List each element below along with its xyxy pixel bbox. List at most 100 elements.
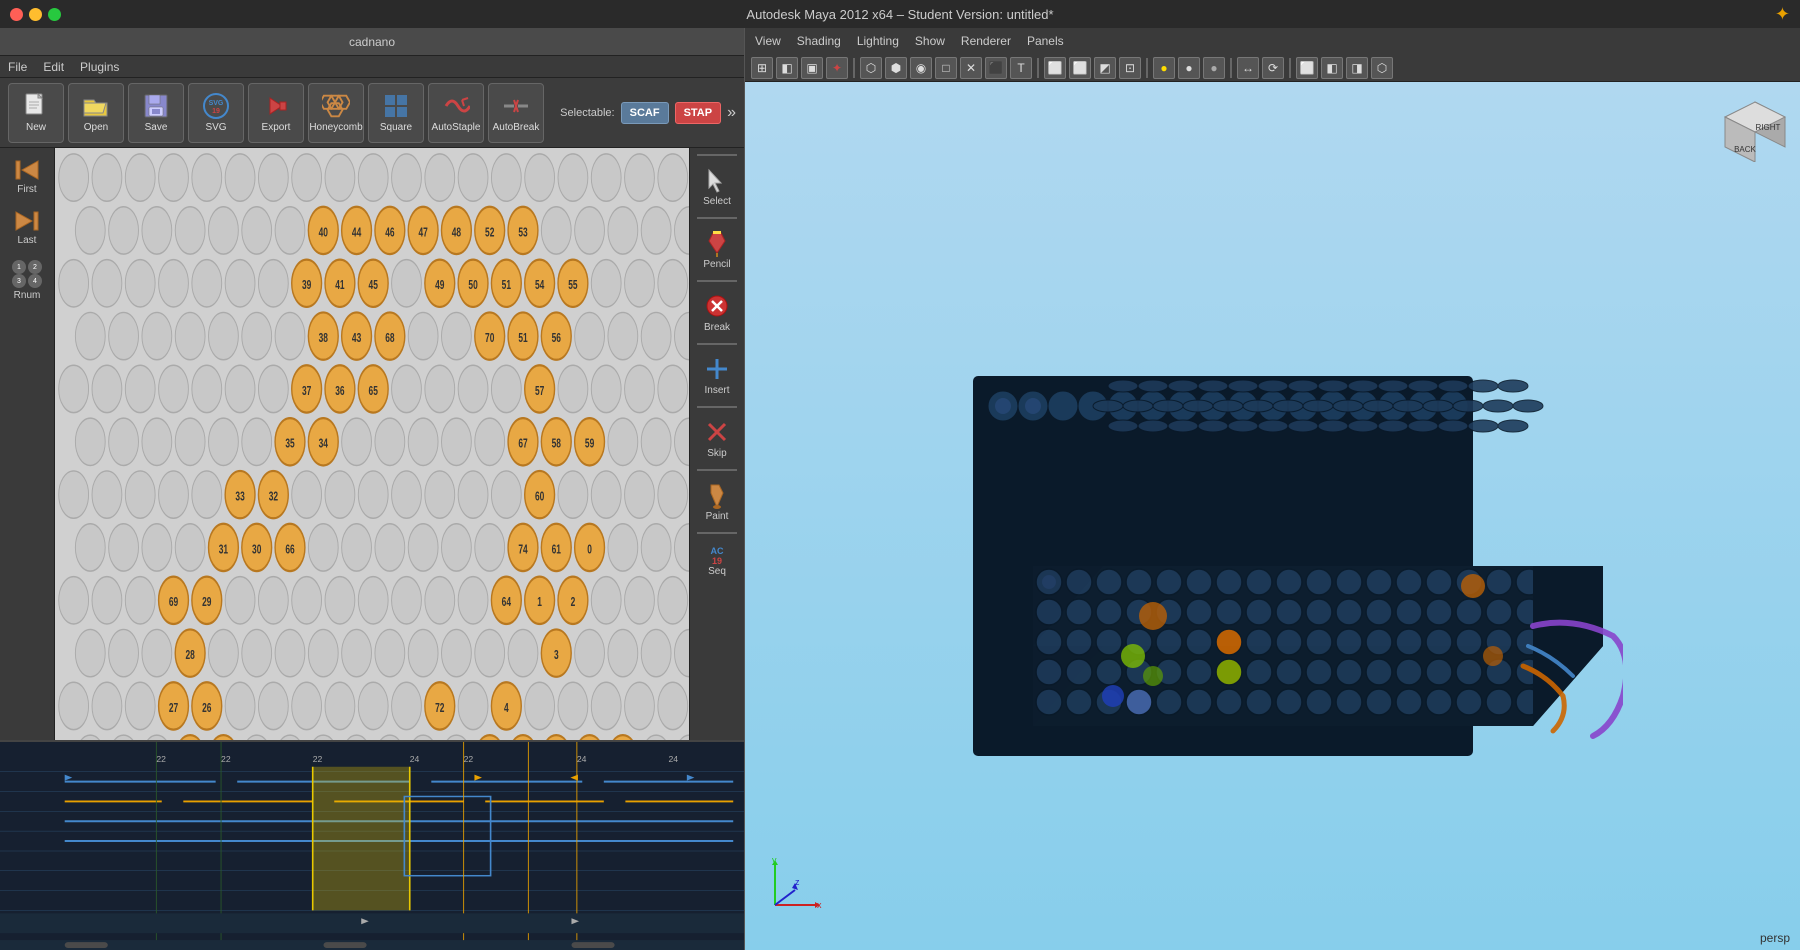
svg-text:0: 0 <box>587 543 592 557</box>
svg-text:36: 36 <box>335 384 344 398</box>
maya-tool-11[interactable]: T <box>1010 57 1032 79</box>
first-label: First <box>17 184 36 195</box>
autobreak-button[interactable]: AutoBreak <box>488 83 544 143</box>
menu-lighting[interactable]: Lighting <box>857 34 899 48</box>
maximize-button[interactable] <box>48 8 61 21</box>
autostaple-button[interactable]: AutoStaple <box>428 83 484 143</box>
maya-icon: ✦ <box>1775 4 1790 25</box>
scaf-button[interactable]: SCAF <box>621 102 669 124</box>
select-label: Select <box>703 196 731 207</box>
maya-tool-13[interactable]: ⬜ <box>1069 57 1091 79</box>
maya-toolbar: ⊞ ◧ ▣ ✦ ⬡ ⬢ ◉ □ ✕ ⬛ T ⬜ ⬜ ◩ ⊡ ● ● ● ↔ ⟳ … <box>745 54 1800 82</box>
skip-tool-button[interactable]: Skip <box>692 412 742 465</box>
menu-shading[interactable]: Shading <box>797 34 841 48</box>
svg-text:x: x <box>817 900 822 910</box>
svg-text:30: 30 <box>252 543 261 557</box>
svg-text:45: 45 <box>369 278 378 292</box>
first-button[interactable]: First <box>2 152 52 201</box>
svg-text:2: 2 <box>571 595 576 609</box>
insert-tool-button[interactable]: Insert <box>692 349 742 402</box>
square-label: Square <box>380 122 412 133</box>
rnum-label: Rnum <box>14 290 41 301</box>
maya-tool-10[interactable]: ⬛ <box>985 57 1007 79</box>
svg-text:4: 4 <box>504 701 509 715</box>
maya-tool-2[interactable]: ◧ <box>776 57 798 79</box>
svg-text:19: 19 <box>212 108 220 115</box>
maya-tool-14[interactable]: ◩ <box>1094 57 1116 79</box>
svg-text:22: 22 <box>313 755 323 764</box>
menu-plugins[interactable]: Plugins <box>80 60 119 74</box>
honeycomb-area[interactable]: 4044464748525339414549505154553843687051… <box>55 148 689 740</box>
maya-tool-23[interactable]: ◨ <box>1346 57 1368 79</box>
break-tool-button[interactable]: Break <box>692 286 742 339</box>
new-button[interactable]: New <box>8 83 64 143</box>
menu-panels[interactable]: Panels <box>1027 34 1064 48</box>
view-cube[interactable]: RIGHT BACK <box>1720 92 1790 162</box>
maya-tool-12[interactable]: ⬜ <box>1044 57 1066 79</box>
pencil-tool-button[interactable]: Pencil <box>692 223 742 276</box>
maya-menubar: View Shading Lighting Show Renderer Pane… <box>745 28 1800 54</box>
select-tool-button[interactable]: Select <box>692 160 742 213</box>
seq-tool-button[interactable]: AC 19 Seq <box>692 538 742 583</box>
maya-tool-18[interactable]: ● <box>1203 57 1225 79</box>
maya-tool-17[interactable]: ● <box>1178 57 1200 79</box>
rnum-button[interactable]: 12 34 Rnum <box>2 254 52 307</box>
stap-button[interactable]: STAP <box>675 102 722 124</box>
open-button[interactable]: Open <box>68 83 124 143</box>
svg-text:69: 69 <box>169 595 178 609</box>
maya-sep-1 <box>853 58 855 78</box>
svg-text:48: 48 <box>452 226 461 240</box>
maya-viewport[interactable]: RIGHT BACK <box>745 82 1800 950</box>
maya-tool-5[interactable]: ⬡ <box>860 57 882 79</box>
menu-view[interactable]: View <box>755 34 781 48</box>
maya-tool-20[interactable]: ⟳ <box>1262 57 1284 79</box>
export-button[interactable]: Export <box>248 83 304 143</box>
svg-text:41: 41 <box>335 278 344 292</box>
paint-tool-button[interactable]: Paint <box>692 475 742 528</box>
svg-text:26: 26 <box>202 701 211 715</box>
seq-panel[interactable]: 22 22 22 24 22 24 24 <box>0 740 744 950</box>
maya-tool-24[interactable]: ⬡ <box>1371 57 1393 79</box>
maya-tool-6[interactable]: ⬢ <box>885 57 907 79</box>
menu-file[interactable]: File <box>8 60 27 74</box>
close-button[interactable] <box>10 8 23 21</box>
persp-label: persp <box>1760 931 1790 945</box>
svg-button[interactable]: SVG 19 SVG <box>188 83 244 143</box>
window-title: Autodesk Maya 2012 x64 – Student Version… <box>746 7 1053 22</box>
svg-text:39: 39 <box>302 278 311 292</box>
maya-tool-3[interactable]: ▣ <box>801 57 823 79</box>
svg-icon: SVG 19 <box>202 92 230 120</box>
maya-tool-16[interactable]: ● <box>1153 57 1175 79</box>
maya-tool-7[interactable]: ◉ <box>910 57 932 79</box>
svg-text:60: 60 <box>535 490 544 504</box>
maya-tool-1[interactable]: ⊞ <box>751 57 773 79</box>
maya-tool-21[interactable]: ⬜ <box>1296 57 1318 79</box>
seq-icon: AC 19 <box>703 544 731 564</box>
menu-show[interactable]: Show <box>915 34 945 48</box>
maya-tool-22[interactable]: ◧ <box>1321 57 1343 79</box>
svg-text:29: 29 <box>202 595 211 609</box>
save-label: Save <box>145 122 168 133</box>
maya-tool-15[interactable]: ⊡ <box>1119 57 1141 79</box>
menu-edit[interactable]: Edit <box>43 60 64 74</box>
maya-tool-9[interactable]: ✕ <box>960 57 982 79</box>
svg-text:54: 54 <box>535 278 545 292</box>
minimize-button[interactable] <box>29 8 42 21</box>
menu-renderer[interactable]: Renderer <box>961 34 1011 48</box>
svg-text:31: 31 <box>219 543 228 557</box>
last-button[interactable]: Last <box>2 203 52 252</box>
maya-tool-19[interactable]: ↔ <box>1237 57 1259 79</box>
svg-text:44: 44 <box>352 226 362 240</box>
honeycomb-button[interactable]: Honeycomb <box>308 83 364 143</box>
seq-label: Seq <box>708 566 726 577</box>
svg-text:1: 1 <box>537 595 542 609</box>
new-label: New <box>26 122 46 133</box>
square-button[interactable]: Square <box>368 83 424 143</box>
maya-tool-4[interactable]: ✦ <box>826 57 848 79</box>
svg-text:74: 74 <box>518 543 528 557</box>
dna-structure-3d <box>923 246 1623 846</box>
save-button[interactable]: Save <box>128 83 184 143</box>
svg-text:AC: AC <box>711 546 724 556</box>
maya-tool-8[interactable]: □ <box>935 57 957 79</box>
expand-button[interactable]: » <box>727 104 736 122</box>
